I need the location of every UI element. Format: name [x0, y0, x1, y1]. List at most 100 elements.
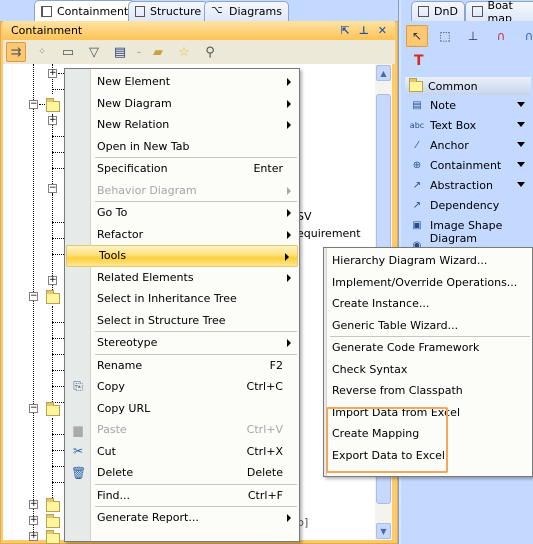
- tab-containment[interactable]: Containment: [34, 0, 136, 21]
- delete-icon: 🗑: [71, 465, 87, 480]
- menu-item-copy-url[interactable]: Copy URL: [65, 398, 299, 420]
- dropdown-arrow-icon[interactable]: [517, 162, 525, 167]
- menu-label: Import Data from Excel: [332, 405, 460, 419]
- open-folder-icon[interactable]: ▰: [148, 42, 168, 62]
- menu-label: Refactor: [97, 227, 144, 241]
- collapse-all-icon[interactable]: ⁘: [32, 42, 52, 62]
- tab-structure[interactable]: Structure: [128, 1, 209, 21]
- expand-icon[interactable]: +: [48, 276, 57, 285]
- palette-item-abstraction[interactable]: ↗ Abstraction: [405, 175, 531, 195]
- expand-icon[interactable]: +: [29, 500, 38, 509]
- menu-item-implement-override-operations[interactable]: Implement/Override Operations...: [324, 272, 532, 294]
- menu-item-reverse-from-classpath[interactable]: Reverse from Classpath: [324, 380, 532, 402]
- dropdown-arrow-icon[interactable]: [517, 142, 525, 147]
- menu-label: Copy: [97, 380, 125, 394]
- search-icon[interactable]: ⚲: [200, 42, 220, 62]
- tab-dnd[interactable]: DnD: [411, 1, 465, 21]
- menu-item-hierarchy-diagram-wizard[interactable]: Hierarchy Diagram Wizard...: [324, 250, 532, 272]
- menu-item-generic-table-wizard[interactable]: Generic Table Wizard...: [324, 315, 532, 337]
- dropdown-arrow-icon[interactable]: [517, 102, 525, 107]
- panel-title: Containment: [11, 24, 83, 37]
- palette-group-common[interactable]: Common: [405, 77, 531, 95]
- menu-item-new-element[interactable]: New Element: [65, 71, 299, 93]
- menu-item-tools[interactable]: Tools: [66, 245, 298, 267]
- properties-icon[interactable]: ▤: [110, 42, 130, 62]
- submenu-arrow-icon: [287, 99, 291, 108]
- menu-item-stereotype[interactable]: Stereotype: [65, 332, 299, 354]
- stamp-icon[interactable]: ⊥: [462, 25, 484, 47]
- pin-icon[interactable]: ⊥: [359, 24, 369, 37]
- palette-item-containment[interactable]: ⊕ Containment: [405, 155, 531, 175]
- tools-submenu: Hierarchy Diagram Wizard... Implement/Ov…: [323, 247, 533, 477]
- menu-label: Specification: [97, 162, 168, 176]
- show-auxiliary-icon[interactable]: ⇉: [6, 42, 26, 62]
- menu-item-export-data-to-excel[interactable]: Export Data to Excel: [324, 445, 532, 467]
- menu-item-refactor[interactable]: Refactor: [65, 224, 299, 246]
- menu-label: Delete: [97, 466, 134, 480]
- menu-item-new-diagram[interactable]: New Diagram: [65, 93, 299, 115]
- menu-item-open-in-new-tab[interactable]: Open in New Tab: [65, 136, 299, 158]
- dropdown-arrow-icon[interactable]: [517, 182, 525, 187]
- menu-item-select-in-inheritance-tree[interactable]: Select in Inheritance Tree: [65, 288, 299, 310]
- tab-diagrams[interactable]: ⌥ Diagrams: [204, 1, 289, 21]
- expand-icon[interactable]: +: [29, 532, 38, 541]
- close-icon[interactable]: ✕: [378, 24, 387, 37]
- text-tool-icon[interactable]: T: [414, 53, 424, 69]
- menu-item-create-instance[interactable]: Create Instance...: [324, 293, 532, 315]
- menu-item-related-elements[interactable]: Related Elements: [65, 267, 299, 289]
- diagrams-icon: ⌥: [211, 5, 223, 16]
- menu-item-copy[interactable]: ⎘ Copy Ctrl+C: [65, 376, 299, 398]
- submenu-arrow-icon: [287, 339, 291, 347]
- scroll-down-button[interactable]: ▼: [376, 523, 391, 539]
- item-label: Abstraction: [430, 178, 493, 192]
- submenu-arrow-icon: [287, 273, 291, 282]
- collapse-icon[interactable]: −: [29, 292, 38, 301]
- menu-label: Select in Inheritance Tree: [97, 292, 237, 306]
- menu-item-go-to[interactable]: Go To: [65, 202, 299, 224]
- menu-item-find[interactable]: Find... Ctrl+F: [65, 485, 299, 507]
- expand-icon[interactable]: +: [48, 69, 57, 78]
- magnet-icon[interactable]: ∩: [490, 25, 512, 47]
- selection-icon[interactable]: ⬚: [434, 25, 456, 47]
- collapse-icon[interactable]: −: [29, 404, 38, 413]
- expand-icon[interactable]: +: [29, 516, 38, 525]
- menu-item-new-relation[interactable]: New Relation: [65, 114, 299, 136]
- paste-icon: ▆: [73, 422, 83, 437]
- undock-icon[interactable]: ⇱: [341, 24, 350, 37]
- expand-icon[interactable]: +: [48, 116, 57, 125]
- menu-item-delete[interactable]: 🗑 Delete Delete: [65, 462, 299, 484]
- favorite-star-icon[interactable]: ☆: [174, 42, 194, 62]
- menu-label: Generate Code Framework: [332, 341, 480, 355]
- filter-icon[interactable]: ▽: [84, 42, 104, 62]
- menu-item-rename[interactable]: Rename F2: [65, 355, 299, 377]
- collapse-icon[interactable]: −: [48, 184, 57, 193]
- dropdown-arrow-icon[interactable]: [517, 122, 525, 127]
- scroll-up-button[interactable]: ▲: [376, 65, 391, 81]
- menu-item-select-in-structure-tree[interactable]: Select in Structure Tree: [65, 310, 299, 332]
- menu-label: Hierarchy Diagram Wizard...: [332, 254, 488, 268]
- menu-item-generate-code-framework[interactable]: Generate Code Framework: [324, 337, 532, 359]
- magnet-lock-icon[interactable]: ∩: [518, 25, 533, 47]
- tab-boat-map[interactable]: Boat map: [465, 0, 533, 25]
- menu-item-specification[interactable]: Specification Enter: [65, 158, 299, 180]
- menu-label: Find...: [97, 488, 131, 502]
- containment-tree-icon: [41, 5, 52, 17]
- package-icon[interactable]: ▭: [58, 42, 78, 62]
- folder-icon: [409, 77, 423, 92]
- menu-label: Copy URL: [97, 401, 151, 415]
- menu-item-import-data-from-excel[interactable]: Import Data from Excel: [324, 402, 532, 424]
- collapse-icon[interactable]: −: [29, 100, 38, 109]
- package-folder-icon: [46, 402, 60, 416]
- menu-item-check-syntax[interactable]: Check Syntax: [324, 359, 532, 381]
- menu-item-cut[interactable]: ✂ Cut Ctrl+X: [65, 441, 299, 463]
- pointer-icon[interactable]: ↖: [406, 25, 428, 47]
- palette-item-note[interactable]: ▤ Note: [405, 95, 531, 115]
- palette-item-text-box[interactable]: abc Text Box: [405, 115, 531, 135]
- palette-item-anchor[interactable]: ⁄ Anchor: [405, 135, 531, 155]
- menu-item-create-mapping[interactable]: Create Mapping: [324, 423, 532, 445]
- panel-toolbar: ⇉ ⁘ ▭ ▽ ▤ - ▰ ☆ ⚲: [3, 40, 395, 64]
- folder-icon: [46, 498, 60, 512]
- menu-item-behavior-diagram: Behavior Diagram: [65, 180, 299, 202]
- menu-item-generate-report[interactable]: Generate Report...: [65, 507, 299, 529]
- palette-item-dependency[interactable]: ↗ Dependency: [405, 195, 531, 215]
